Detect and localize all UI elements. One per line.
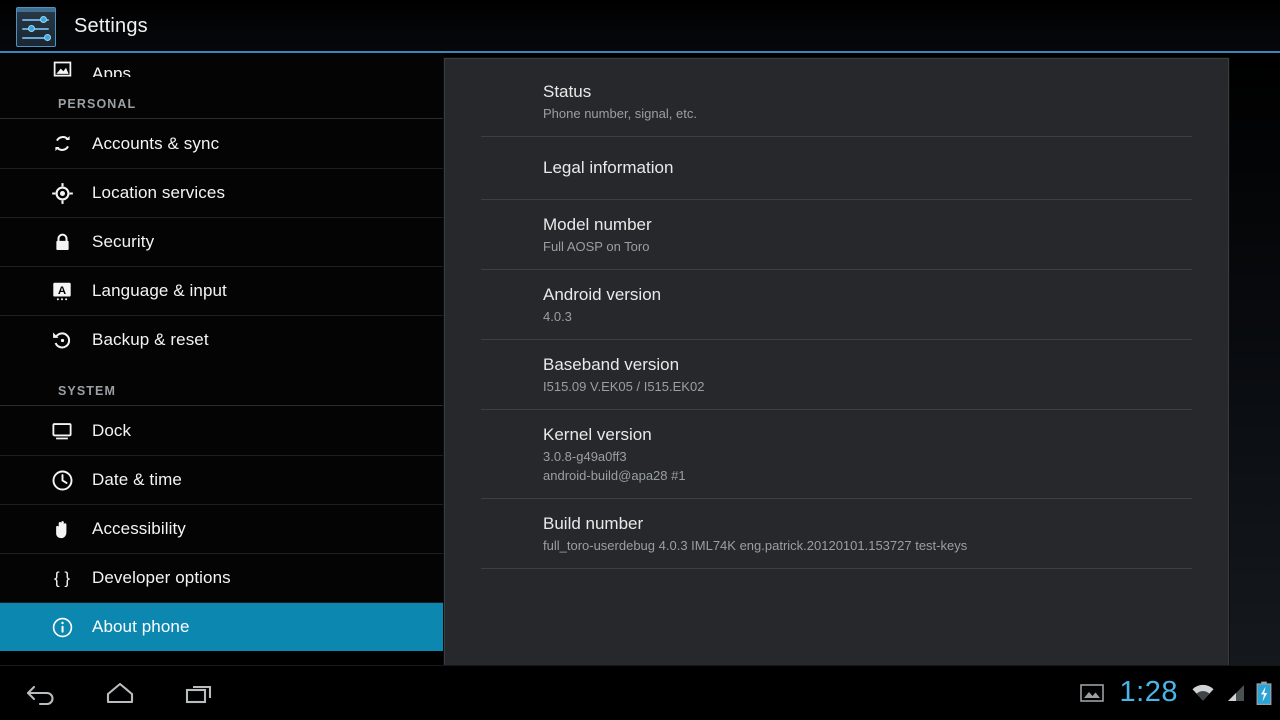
sidebar-item-label: Developer options (92, 568, 231, 587)
pref-summary-line2: android-build@apa28 #1 (543, 468, 686, 483)
sidebar-item-date-time[interactable]: Date & time (0, 455, 444, 504)
pref-summary: 4.0.3 (543, 309, 572, 324)
info-circle-icon (47, 612, 77, 642)
sidebar-item-label: Apps (92, 64, 132, 77)
pref-model-number: Model number Full AOSP on Toro (481, 200, 1192, 270)
pref-title: Android version (543, 285, 662, 304)
sidebar-item-accounts-sync[interactable]: Accounts & sync (0, 119, 444, 168)
panel-right-margin (1230, 53, 1280, 665)
location-crosshair-icon (47, 178, 77, 208)
pref-summary: full_toro-userdebug 4.0.3 IML74K eng.pat… (543, 538, 968, 553)
sidebar-item-dock[interactable]: Dock (0, 406, 444, 455)
sidebar-item-label: Accounts & sync (92, 133, 220, 153)
pref-summary: Full AOSP on Toro (543, 239, 650, 254)
lock-icon (47, 227, 77, 257)
letter-a-keyboard-icon: A (47, 276, 77, 306)
sidebar-item-label: Backup & reset (92, 330, 209, 349)
action-bar: Settings (0, 0, 1280, 53)
settings-sliders-icon (16, 6, 56, 47)
about-phone-panel: Status Phone number, signal, etc. Legal … (444, 58, 1229, 666)
pref-legal-information[interactable]: Legal information (481, 137, 1192, 200)
pref-title: Status (543, 82, 592, 101)
system-navigation-bar: 1:28 (0, 665, 1280, 720)
sidebar-item-label: Dock (92, 420, 132, 440)
apps-icon (47, 54, 77, 77)
home-button[interactable] (80, 665, 160, 720)
status-clock: 1:28 (1119, 676, 1178, 708)
pref-android-version: Android version 4.0.3 (481, 270, 1192, 340)
sidebar-item-about-phone[interactable]: About phone (0, 602, 444, 651)
home-icon (100, 680, 140, 706)
cell-signal-icon (1225, 682, 1247, 704)
sidebar-item-apps[interactable]: Apps (0, 53, 444, 77)
clock-icon (47, 465, 77, 495)
pref-kernel-version: Kernel version 3.0.8-g49a0ff3 android-bu… (481, 410, 1192, 499)
pref-title: Build number (543, 514, 644, 533)
sidebar-item-backup-reset[interactable]: Backup & reset (0, 315, 444, 364)
sidebar-section-system: SYSTEM (0, 364, 444, 406)
status-area[interactable]: 1:28 (1079, 665, 1272, 720)
pref-title: Baseband version (543, 355, 680, 374)
svg-text:A: A (58, 285, 66, 297)
pref-status[interactable]: Status Phone number, signal, etc. (481, 67, 1192, 137)
sidebar-item-language-input[interactable]: A Language & input (0, 266, 444, 315)
sidebar-item-label: Language & input (92, 281, 227, 300)
recent-apps-icon (180, 680, 220, 706)
monitor-dock-icon (47, 416, 77, 446)
sidebar-item-security[interactable]: Security (0, 217, 444, 266)
backup-restore-icon (47, 325, 77, 355)
page-title: Settings (74, 15, 148, 37)
pref-title: Kernel version (543, 425, 652, 444)
pref-title: Model number (543, 215, 652, 234)
pref-baseband-version: Baseband version I515.09 V.EK05 / I515.E… (481, 340, 1192, 410)
wifi-icon (1190, 682, 1216, 704)
sidebar-item-label: Accessibility (92, 519, 186, 538)
hand-icon (47, 514, 77, 544)
pref-summary: 3.0.8-g49a0ff3 (543, 449, 627, 464)
sidebar-item-label: About phone (92, 617, 190, 636)
braces-icon: { } (47, 563, 77, 593)
sidebar-item-label: Date & time (92, 470, 182, 489)
recents-button[interactable] (160, 665, 240, 720)
sidebar-item-accessibility[interactable]: Accessibility (0, 504, 444, 553)
pref-summary: Phone number, signal, etc. (543, 106, 697, 121)
settings-sidebar[interactable]: Apps PERSONAL Accounts & sync Location s… (0, 53, 444, 665)
sidebar-item-developer-options[interactable]: { } Developer options (0, 553, 444, 602)
sidebar-item-location-services[interactable]: Location services (0, 168, 444, 217)
sidebar-item-label: Security (92, 232, 155, 251)
battery-charging-icon (1256, 681, 1272, 705)
svg-text:{ }: { } (54, 569, 70, 588)
back-arrow-icon (20, 680, 60, 706)
pref-build-number: Build number full_toro-userdebug 4.0.3 I… (481, 499, 1192, 569)
sync-icon (47, 129, 77, 159)
pref-summary: I515.09 V.EK05 / I515.EK02 (543, 379, 705, 394)
pref-title: Legal information (543, 158, 674, 177)
android-tablet-screen: Settings Apps PERSONAL Accounts & sync L… (0, 0, 1280, 720)
image-screenshot-icon[interactable] (1079, 682, 1105, 704)
back-button[interactable] (0, 665, 80, 720)
sidebar-section-personal: PERSONAL (0, 77, 444, 119)
sidebar-item-label: Location services (92, 183, 226, 202)
